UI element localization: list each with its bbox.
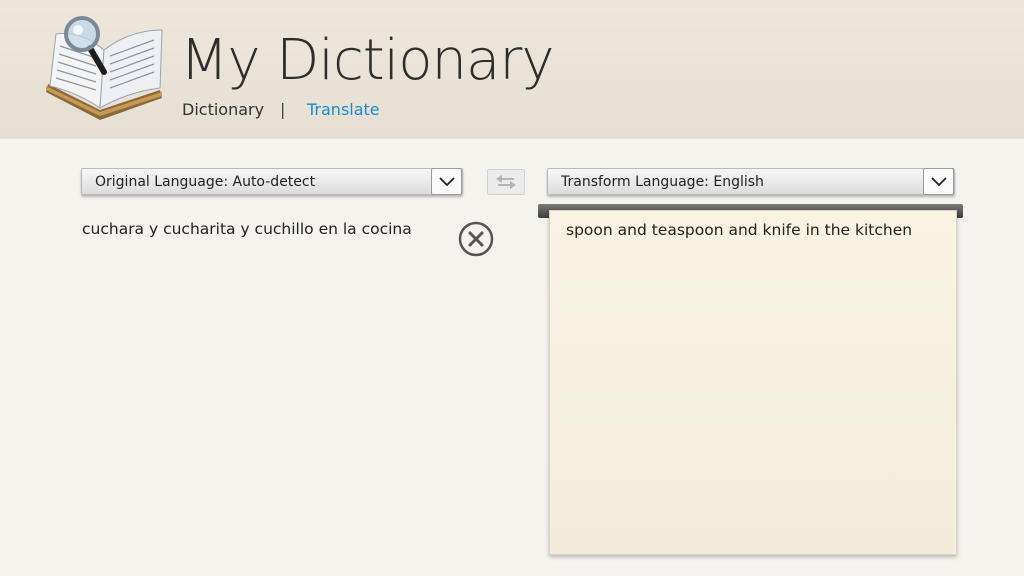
clear-circle-x-icon <box>458 221 494 257</box>
translation-output-panel: spoon and teaspoon and knife in the kitc… <box>549 210 957 555</box>
swap-languages-button[interactable] <box>487 169 525 195</box>
swap-arrows-icon <box>496 175 516 189</box>
nav-dictionary-link[interactable]: Dictionary <box>182 100 264 119</box>
clear-input-button[interactable] <box>458 221 494 257</box>
original-language-dropdown-button[interactable] <box>431 168 462 195</box>
original-language-label: Original Language: Auto-detect <box>95 174 316 190</box>
translation-output-text: spoon and teaspoon and knife in the kitc… <box>566 221 913 239</box>
nav-separator: | <box>280 100 286 119</box>
app-title: My Dictionary <box>180 28 554 93</box>
chevron-down-icon <box>930 176 947 186</box>
transform-language-dropdown-button[interactable] <box>923 168 954 195</box>
original-language-select[interactable]: Original Language: Auto-detect <box>81 168 463 195</box>
chevron-down-icon <box>438 176 455 186</box>
nav-translate-link[interactable]: Translate <box>307 100 380 119</box>
source-text-input[interactable]: cuchara y cucharita y cuchillo en la coc… <box>82 220 442 238</box>
app-header: My Dictionary Dictionary | Translate <box>0 0 1024 139</box>
dictionary-book-logo-icon <box>42 12 177 124</box>
transform-language-label: Transform Language: English <box>561 174 764 190</box>
transform-language-select[interactable]: Transform Language: English <box>547 168 955 195</box>
